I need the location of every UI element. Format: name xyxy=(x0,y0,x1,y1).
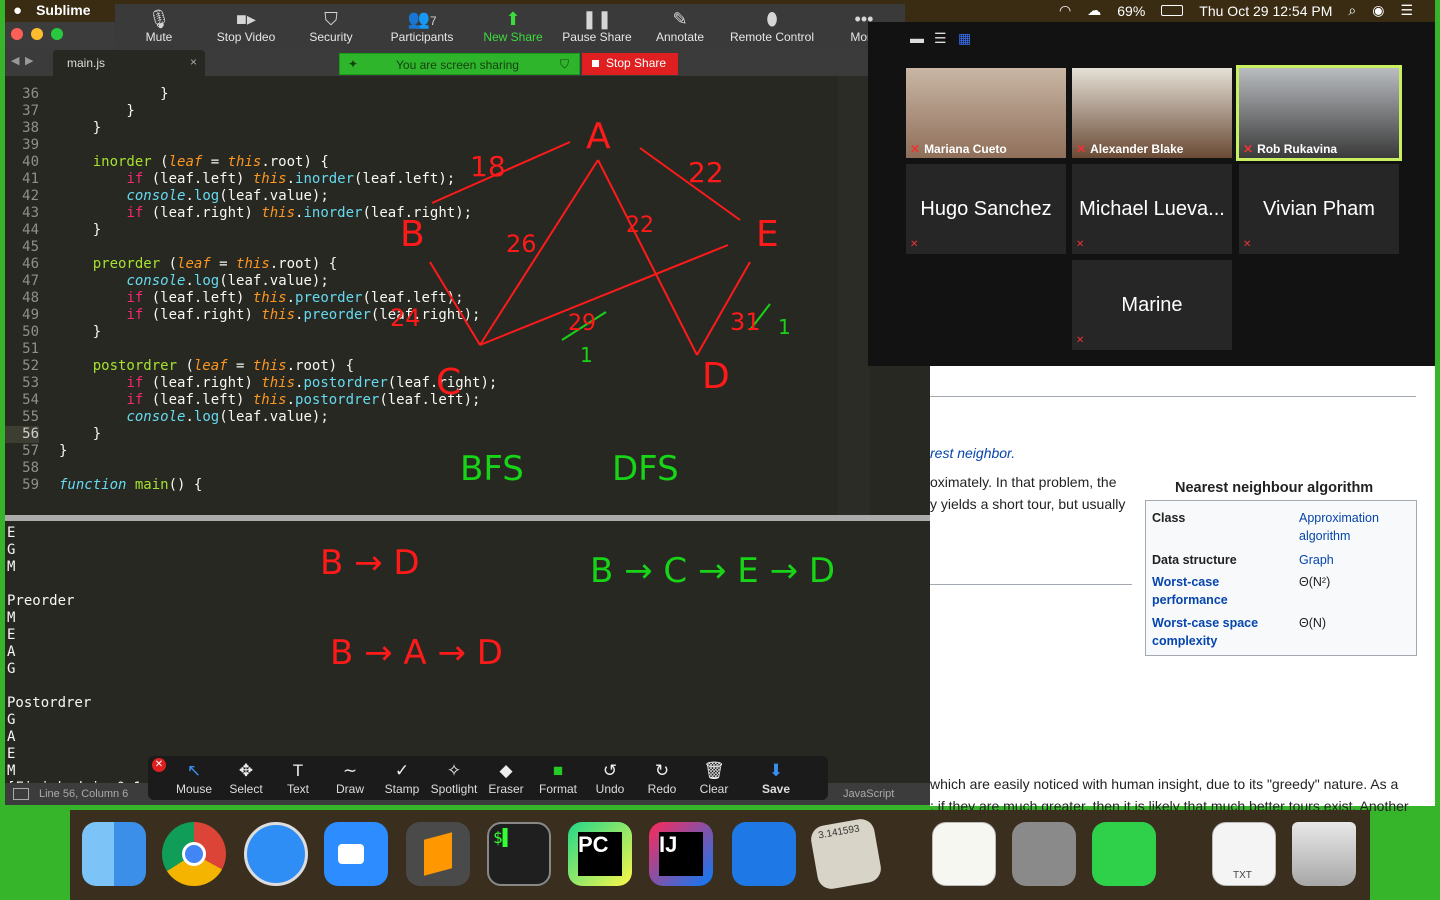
redo-tool-button[interactable]: ↻ Redo xyxy=(638,760,686,796)
path-b-c-e-d: B → C → E → D xyxy=(590,551,835,591)
undo-icon: ↺ xyxy=(602,761,618,780)
clear-icon: 🗑 xyxy=(703,761,725,780)
edge-weight: 18 xyxy=(470,150,506,183)
format-tool-button[interactable]: ■ Format xyxy=(534,760,582,796)
edge-weight: 31 xyxy=(730,308,761,336)
undo-label: Undo xyxy=(595,782,625,796)
clear-tool-button[interactable]: 🗑 Clear xyxy=(690,760,738,796)
node-b-label: B xyxy=(400,214,425,255)
save-tool-button[interactable]: ⬇ Save xyxy=(752,760,800,796)
node-c-label: C xyxy=(436,362,461,403)
redo-label: Redo xyxy=(647,782,677,796)
undo-tool-button[interactable]: ↺ Undo xyxy=(586,760,634,796)
spotlight-tool-button[interactable]: ✧ Spotlight xyxy=(430,760,478,796)
text-tool-button[interactable]: T Text xyxy=(274,760,322,796)
draw-icon: ∼ xyxy=(342,761,358,780)
stamp-tool-button[interactable]: ✓ Stamp xyxy=(378,760,426,796)
node-a-label: A xyxy=(586,116,611,157)
bfs-label: BFS xyxy=(460,449,524,489)
text-icon: T xyxy=(292,761,304,780)
select-icon: ✥ xyxy=(238,761,254,780)
edge-c-e xyxy=(479,244,729,346)
mouse-icon: ↖ xyxy=(186,761,202,780)
save-label: Save xyxy=(761,782,791,796)
stamp-icon: ✓ xyxy=(394,761,410,780)
path-b-d: B → D xyxy=(320,543,420,583)
close-annotation-icon[interactable]: ✕ xyxy=(152,758,166,772)
edge-a-d xyxy=(597,159,698,356)
node-e-label: E xyxy=(756,214,779,255)
mouse-tool-button[interactable]: ↖ Mouse xyxy=(170,760,218,796)
stamp-label: Stamp xyxy=(384,782,420,796)
edge-weight: 22 xyxy=(688,156,724,189)
edge-weight: 1 xyxy=(778,315,791,339)
edge-weight: 26 xyxy=(506,230,537,258)
annotation-toolbar: ✕ ↖ Mouse ✥ Select T Text ∼ Draw ✓ Stamp ✧ Spotligh… xyxy=(148,756,828,800)
eraser-icon: ◆ xyxy=(499,761,513,780)
draw-label: Draw xyxy=(335,782,364,796)
mouse-label: Mouse xyxy=(175,782,213,796)
eraser-label: Eraser xyxy=(488,782,524,796)
format-label: Format xyxy=(538,782,577,796)
node-d-label: D xyxy=(702,356,730,397)
clear-label: Clear xyxy=(699,782,729,796)
path-b-a-d: B → A → D xyxy=(330,633,503,673)
format-icon: ■ xyxy=(552,761,564,780)
select-label: Select xyxy=(229,782,263,796)
edge-b-c xyxy=(429,261,481,346)
edge-weight: 29 xyxy=(568,311,596,336)
save-icon: ⬇ xyxy=(768,761,784,780)
spotlight-icon: ✧ xyxy=(446,761,462,780)
eraser-tool-button[interactable]: ◆ Eraser xyxy=(482,760,530,796)
dfs-label: DFS xyxy=(612,449,679,489)
edge-weight: 1 xyxy=(580,343,593,367)
redo-icon: ↻ xyxy=(654,761,670,780)
draw-tool-button[interactable]: ∼ Draw xyxy=(326,760,374,796)
spotlight-label: Spotlight xyxy=(430,782,478,796)
edge-weight: 24 xyxy=(390,304,421,332)
green-ink-text: BFS DFS B → C → E → D xyxy=(460,449,835,591)
edge-weight: 22 xyxy=(626,213,654,238)
select-tool-button[interactable]: ✥ Select xyxy=(222,760,270,796)
text-label: Text xyxy=(286,782,309,796)
